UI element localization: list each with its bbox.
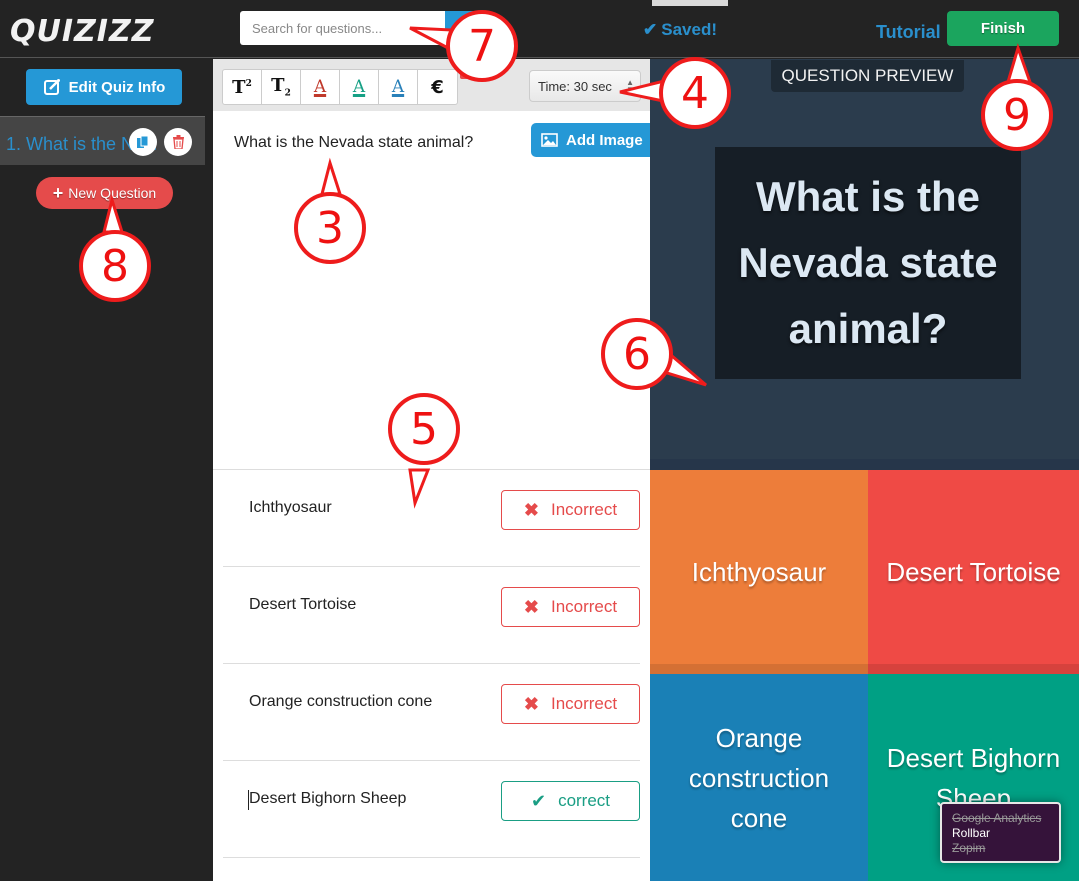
callout-6: 6 bbox=[601, 318, 673, 390]
callout-4: 4 bbox=[659, 57, 731, 129]
callout-pointer-9 bbox=[1005, 43, 1033, 84]
callout-8: 8 bbox=[79, 230, 151, 302]
callout-pointer-3 bbox=[320, 157, 343, 196]
callout-3: 3 bbox=[294, 192, 366, 264]
callout-9: 9 bbox=[981, 79, 1053, 151]
callout-pointer-5 bbox=[408, 468, 431, 509]
callout-pointer-8 bbox=[102, 194, 125, 234]
callout-5: 5 bbox=[388, 393, 460, 465]
callout-7: 7 bbox=[446, 10, 518, 82]
callout-pointers bbox=[102, 26, 1033, 509]
